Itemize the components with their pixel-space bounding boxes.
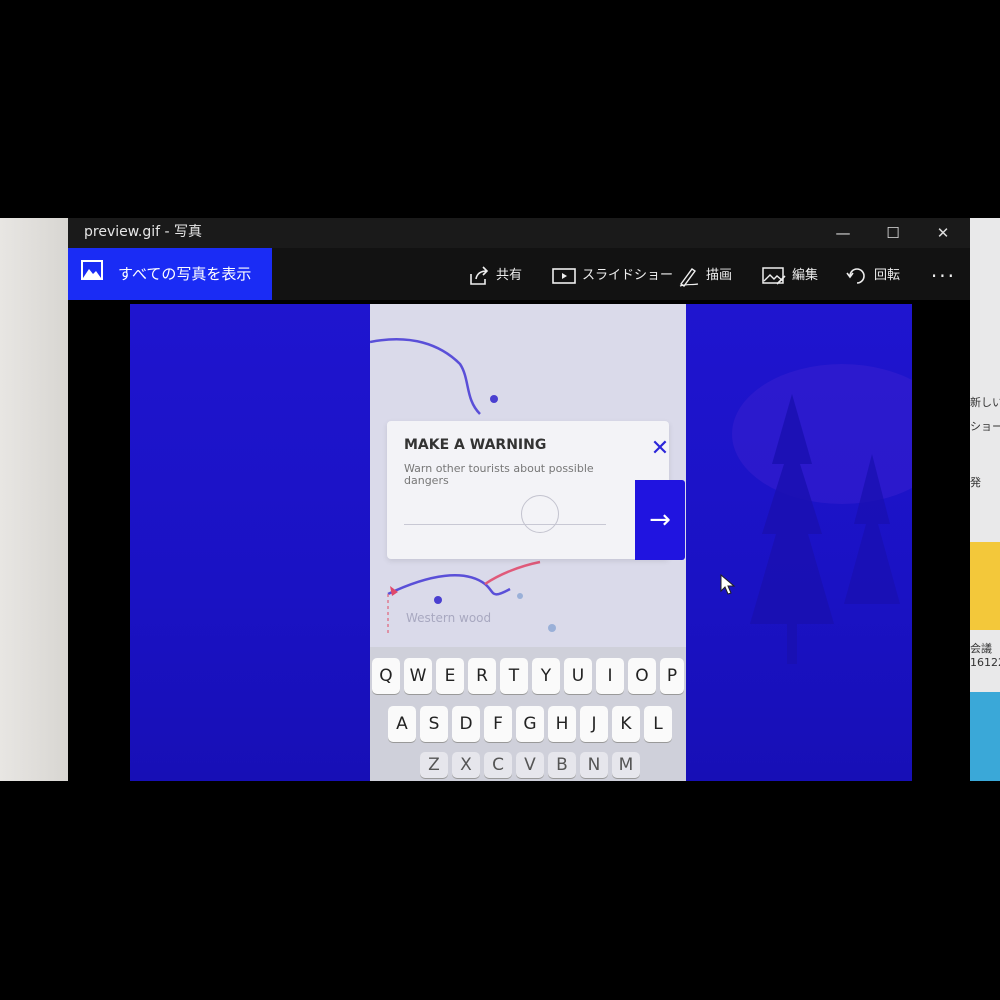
- edit-label: 編集: [792, 268, 819, 283]
- key[interactable]: J: [580, 706, 608, 742]
- touch-indicator: [521, 495, 559, 533]
- desktop-side-text: ショー: [970, 420, 1000, 433]
- share-button[interactable]: 共有: [468, 264, 522, 288]
- key[interactable]: G: [516, 706, 544, 742]
- key[interactable]: C: [484, 752, 512, 778]
- key[interactable]: M: [612, 752, 640, 778]
- slideshow-icon: [552, 267, 576, 284]
- key[interactable]: E: [436, 658, 464, 694]
- all-photos-label: すべての写真を表示: [118, 265, 252, 283]
- key[interactable]: N: [580, 752, 608, 778]
- key[interactable]: A: [388, 706, 416, 742]
- key[interactable]: P: [660, 658, 684, 694]
- close-card-button[interactable]: ✕: [635, 421, 685, 476]
- key[interactable]: S: [420, 706, 448, 742]
- key[interactable]: Y: [532, 658, 560, 694]
- forest-illustration: [732, 364, 912, 664]
- key[interactable]: T: [500, 658, 528, 694]
- title-bar: preview.gif - 写真 — ☐ ✕: [68, 218, 970, 248]
- key[interactable]: O: [628, 658, 656, 694]
- share-label: 共有: [496, 268, 523, 283]
- desktop-side-text: 新しい: [970, 396, 1000, 409]
- key[interactable]: I: [596, 658, 624, 694]
- mouse-pointer-icon: [720, 574, 736, 595]
- slideshow-button[interactable]: スライドショー: [552, 264, 673, 288]
- background-desktop-left: [0, 218, 68, 781]
- toolbar: すべての写真を表示 共有 スライドショー 描画 編集 回転 ···: [68, 248, 970, 300]
- on-screen-keyboard: Q W E R T Y U I O P A S D F G H J K L Z …: [370, 647, 686, 781]
- minimize-button[interactable]: —: [830, 222, 856, 244]
- text-input-line[interactable]: [404, 524, 606, 525]
- draw-button[interactable]: 描画: [678, 264, 732, 288]
- send-arrow-button[interactable]: →: [635, 480, 685, 560]
- photograph-of-screen: 新しい ショー 発 会議 16122 preview.gif - 写真 — ☐ …: [0, 218, 1000, 781]
- key[interactable]: F: [484, 706, 512, 742]
- key[interactable]: V: [516, 752, 544, 778]
- edit-button[interactable]: 編集: [762, 264, 818, 288]
- more-options-button[interactable]: ···: [931, 264, 956, 288]
- picture-icon: [81, 260, 103, 280]
- desktop-side-text: 会議: [970, 642, 992, 655]
- key[interactable]: L: [644, 706, 672, 742]
- desktop-side-text: 発: [970, 476, 981, 489]
- preview-image: Western wood MAKE A WARNING Warn other t…: [130, 304, 912, 781]
- rotate-button[interactable]: 回転: [846, 264, 900, 288]
- key[interactable]: K: [612, 706, 640, 742]
- key[interactable]: B: [548, 752, 576, 778]
- warning-card: MAKE A WARNING Warn other tourists about…: [387, 421, 685, 560]
- card-description: Warn other tourists about possible dange…: [404, 462, 594, 487]
- pen-icon: [679, 267, 699, 287]
- rotate-label: 回転: [874, 268, 901, 283]
- phone-mockup: Western wood MAKE A WARNING Warn other t…: [370, 304, 686, 781]
- key[interactable]: Z: [420, 752, 448, 778]
- folder-icon[interactable]: [968, 542, 1000, 630]
- all-photos-button[interactable]: すべての写真を表示: [68, 248, 272, 300]
- maximize-button[interactable]: ☐: [880, 222, 906, 244]
- slideshow-label: スライドショー: [582, 268, 674, 283]
- key[interactable]: U: [564, 658, 592, 694]
- key[interactable]: H: [548, 706, 576, 742]
- app-shortcut-icon[interactable]: [968, 692, 1000, 781]
- share-icon: [470, 265, 489, 285]
- rotate-icon: [846, 267, 865, 284]
- map-place-label: Western wood: [406, 611, 492, 625]
- draw-label: 描画: [706, 268, 733, 283]
- background-desktop-right: 新しい ショー 発 会議 16122: [968, 218, 1000, 781]
- key[interactable]: X: [452, 752, 480, 778]
- card-heading: MAKE A WARNING: [404, 437, 547, 453]
- key[interactable]: Q: [372, 658, 400, 694]
- close-button[interactable]: ✕: [930, 222, 956, 244]
- window-title: preview.gif - 写真: [84, 224, 203, 240]
- photos-app-window: preview.gif - 写真 — ☐ ✕ すべての写真を表示 共有 スライド…: [68, 218, 970, 781]
- key[interactable]: R: [468, 658, 496, 694]
- key[interactable]: W: [404, 658, 432, 694]
- key[interactable]: D: [452, 706, 480, 742]
- desktop-side-text: 16122: [970, 656, 1000, 669]
- edit-photo-icon: [762, 266, 786, 285]
- photo-canvas: Western wood MAKE A WARNING Warn other t…: [68, 300, 970, 781]
